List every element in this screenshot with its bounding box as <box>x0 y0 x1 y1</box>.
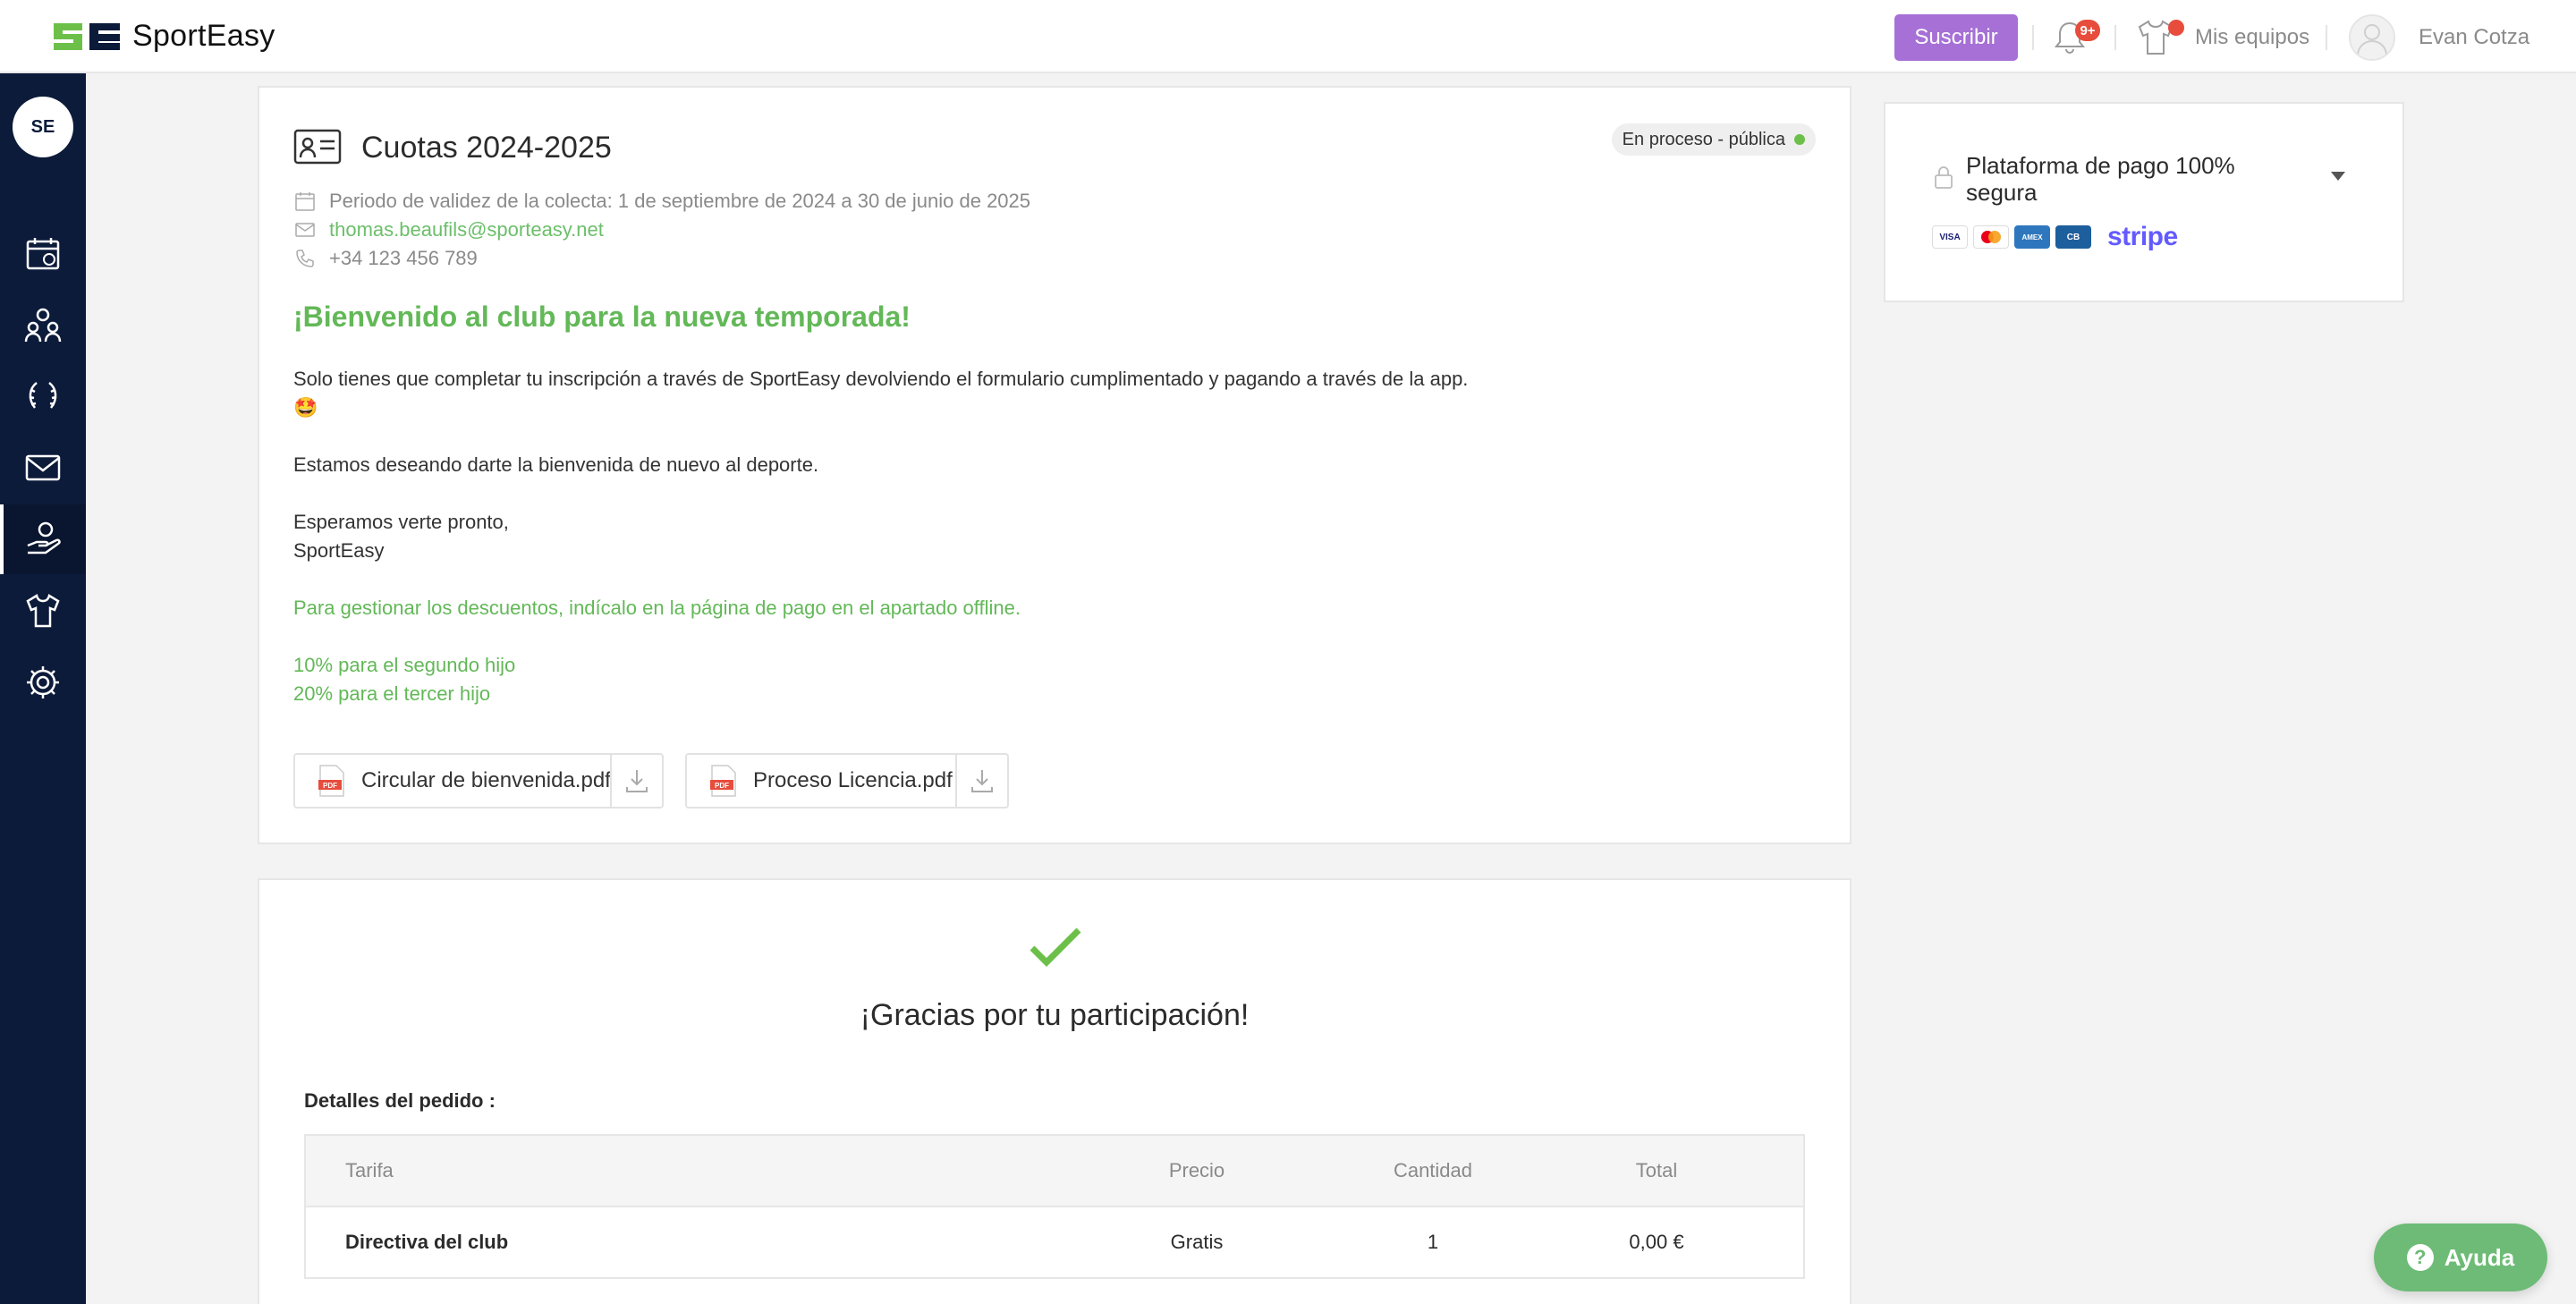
validity-period: Periodo de validez de la colecta: 1 de s… <box>293 190 1030 213</box>
subscribe-button[interactable]: Suscribir <box>1894 14 2018 61</box>
thanks-heading: ¡Gracias por tu participación! <box>860 998 1250 1032</box>
status-badge: En proceso - pública <box>1611 123 1816 156</box>
download-icon[interactable] <box>955 755 1007 807</box>
svg-text:PDF: PDF <box>715 782 729 790</box>
cell-cantidad: 1 <box>1427 1231 1439 1253</box>
pdf-icon: PDF <box>710 764 737 798</box>
table-header: Tarifa Precio Cantidad Total <box>306 1136 1803 1207</box>
divider <box>2032 25 2034 50</box>
page-title: Cuotas 2024-2025 <box>361 131 612 165</box>
logo-mark-icon <box>50 18 123 54</box>
table-row: Directiva del club Gratis 1 0,00 € <box>306 1207 1803 1277</box>
id-card-icon <box>293 129 342 169</box>
contact-email: thomas.beaufils@sporteasy.net <box>293 218 604 241</box>
column-header-total: Total <box>1635 1159 1678 1181</box>
collection-card: Cuotas 2024-2025 En proceso - pública Pe… <box>258 86 1852 844</box>
sidebar-item-members[interactable] <box>0 290 86 360</box>
attachment-welcome-circular[interactable]: PDF Circular de bienvenida.pdf <box>293 753 664 809</box>
gear-icon <box>27 666 59 699</box>
members-icon <box>24 308 62 343</box>
laurel-icon <box>29 382 57 409</box>
attachment-name: Circular de bienvenida.pdf <box>361 768 611 792</box>
sidebar-item-messages[interactable] <box>0 433 86 503</box>
payment-security-card[interactable]: Plataforma de pago 100% segura VISA AMEX… <box>1884 102 2404 302</box>
calendar-icon <box>26 238 60 270</box>
sidebar-item-settings[interactable] <box>0 648 86 717</box>
intro-paragraph: Solo tienes que completar tu inscripción… <box>293 368 1469 390</box>
column-header-cantidad: Cantidad <box>1393 1159 1473 1181</box>
sidebar: SE <box>0 73 86 1304</box>
mail-icon <box>25 454 61 481</box>
phone-icon <box>293 247 317 270</box>
help-label: Ayuda <box>2444 1243 2515 1271</box>
club-logo-text: SE <box>30 116 55 137</box>
discount-note: Para gestionar los descuentos, indícalo … <box>293 597 1021 619</box>
attachment-license-process[interactable]: PDF Proceso Licencia.pdf <box>685 753 1009 809</box>
order-table: Tarifa Precio Cantidad Total Directiva d… <box>304 1134 1805 1279</box>
cell-tarifa: Directiva del club <box>345 1231 509 1253</box>
my-teams-link[interactable]: Mis equipos <box>2195 25 2309 50</box>
payment-methods: VISA AMEX CB stripe <box>1932 222 2178 252</box>
cell-total: 0,00 € <box>1629 1231 1684 1253</box>
mail-icon <box>293 218 317 241</box>
lock-icon <box>1934 165 1953 194</box>
visa-icon: VISA <box>1932 225 1968 249</box>
status-dot <box>1794 134 1805 145</box>
order-details-label: Detalles del pedido : <box>304 1089 496 1112</box>
discount-second-child: 10% para el segundo hijo <box>293 654 516 676</box>
contact-phone: +34 123 456 789 <box>293 247 478 270</box>
calendar-icon <box>293 190 317 213</box>
avatar[interactable] <box>2349 14 2395 61</box>
welcome-heading: ¡Bienvenido al club para la nueva tempor… <box>293 301 911 333</box>
discount-third-child: 20% para el tercer hijo <box>293 682 491 705</box>
hand-coin-icon <box>27 521 61 555</box>
phone-text: +34 123 456 789 <box>329 247 478 269</box>
sporteasy-logo[interactable]: SportEasy <box>50 18 275 54</box>
help-button[interactable]: ? Ayuda <box>2374 1224 2547 1291</box>
welcome-back-text: Estamos deseando darte la bienvenida de … <box>293 453 819 476</box>
chevron-down-icon[interactable] <box>2331 172 2345 181</box>
notification-badge: 9+ <box>2075 20 2100 41</box>
club-logo[interactable]: SE <box>13 97 73 157</box>
top-bar: SportEasy Suscribir 9+ Mis equipos Evan … <box>0 0 2576 73</box>
cell-precio: Gratis <box>1170 1231 1224 1253</box>
jersey-icon <box>26 594 60 628</box>
sidebar-item-payments[interactable] <box>0 504 86 574</box>
sidebar-item-calendar[interactable] <box>0 218 86 288</box>
email-link[interactable]: thomas.beaufils@sporteasy.net <box>329 218 604 241</box>
user-name[interactable]: Evan Cotza <box>2419 25 2529 50</box>
divider <box>2326 25 2327 50</box>
help-icon: ? <box>2406 1244 2434 1271</box>
teams-alert-dot <box>2168 20 2184 36</box>
payment-title: Plataforma de pago 100% segura <box>1966 152 2235 206</box>
svg-text:PDF: PDF <box>323 782 337 790</box>
sidebar-item-competitions[interactable] <box>0 361 86 431</box>
cb-icon: CB <box>2055 225 2091 249</box>
mastercard-icon <box>1973 225 2009 249</box>
pdf-icon: PDF <box>318 764 345 798</box>
attachment-name: Proceso Licencia.pdf <box>753 768 953 792</box>
closing-signature: SportEasy <box>293 539 385 562</box>
period-text: Periodo de validez de la colecta: 1 de s… <box>329 190 1031 212</box>
column-header-precio: Precio <box>1168 1159 1225 1181</box>
divider <box>2114 25 2116 50</box>
sidebar-item-equipment[interactable] <box>0 576 86 646</box>
column-header-tarifa: Tarifa <box>345 1159 394 1181</box>
amex-icon: AMEX <box>2014 225 2050 249</box>
closing-line: Esperamos verte pronto, <box>293 511 509 533</box>
emoji: 🤩 <box>293 396 318 419</box>
confirmation-card: ¡Gracias por tu participación! Detalles … <box>258 878 1852 1304</box>
stripe-logo: stripe <box>2107 222 2178 251</box>
brand-name: SportEasy <box>132 18 275 53</box>
download-icon[interactable] <box>610 755 662 807</box>
status-text: En proceso - pública <box>1622 129 1785 149</box>
checkmark-icon <box>1029 927 1082 974</box>
